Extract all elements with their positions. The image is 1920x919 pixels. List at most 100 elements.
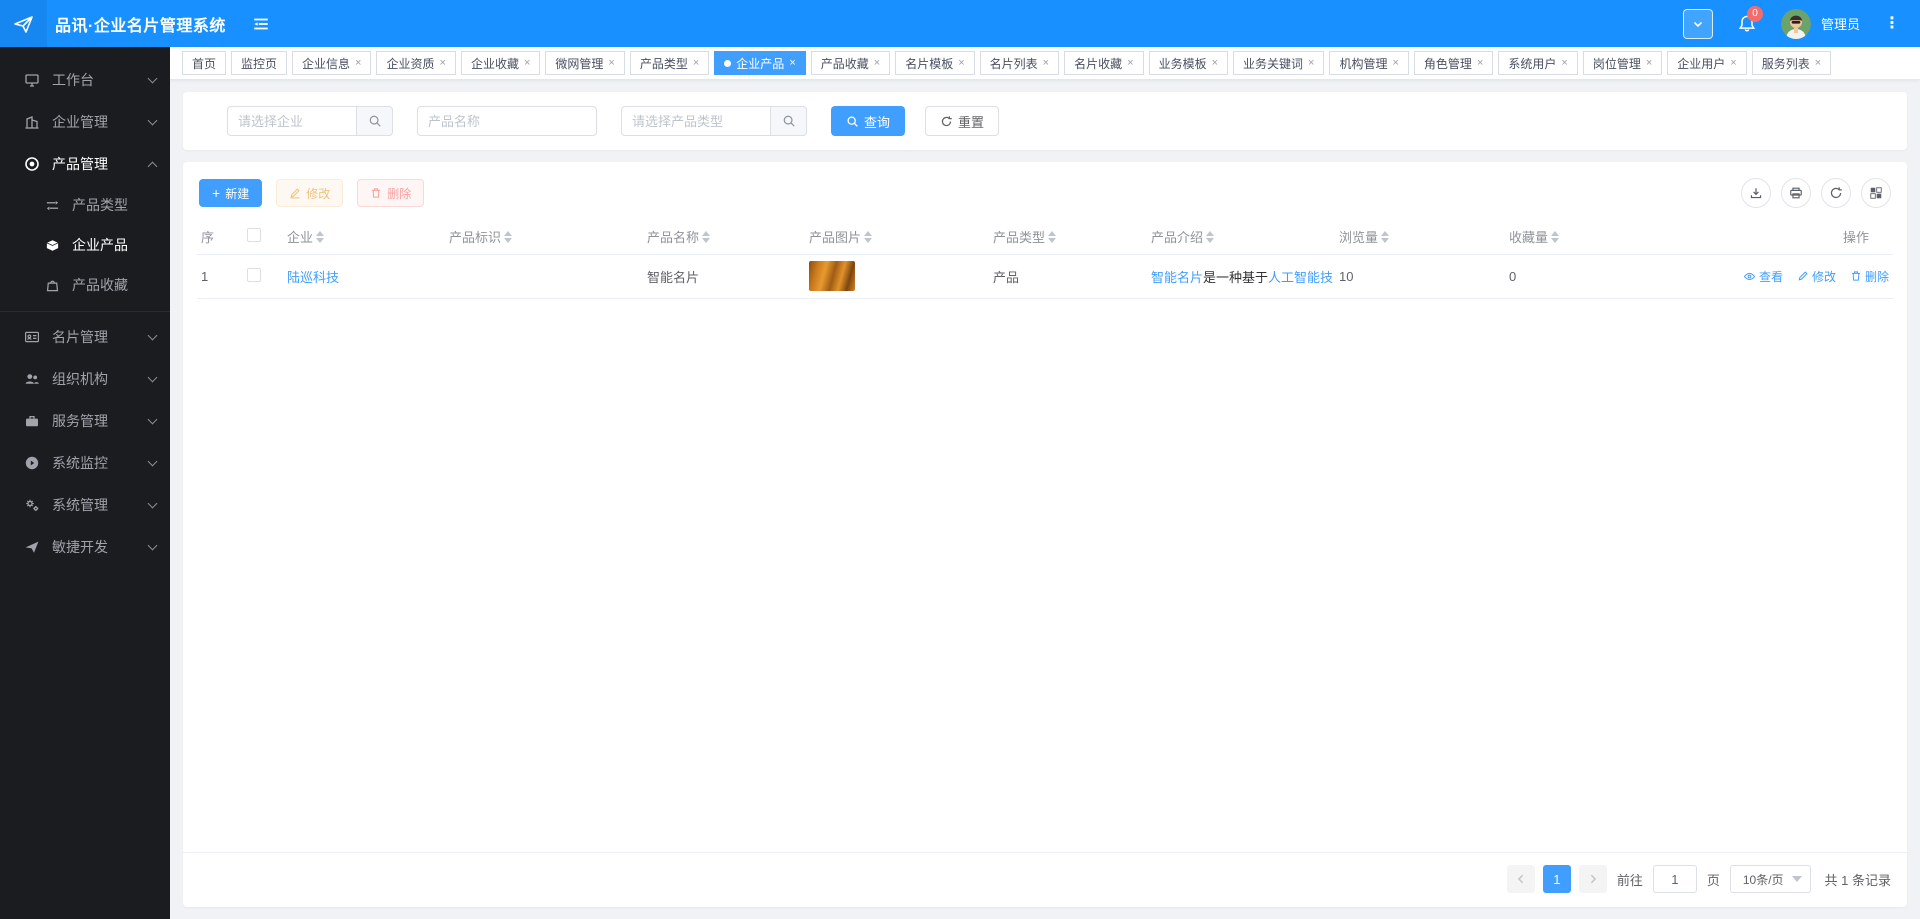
sort-icon[interactable]	[1048, 230, 1057, 243]
notification-bell-button[interactable]: 0	[1737, 5, 1763, 34]
product-type-search-append-button[interactable]	[771, 106, 807, 136]
delete-row-button[interactable]: 删除	[1850, 268, 1889, 285]
tab-card-template[interactable]: 名片模板 ×	[895, 51, 975, 75]
add-button[interactable]: + 新建	[199, 179, 263, 207]
sort-icon[interactable]	[1381, 230, 1390, 243]
chevron-down-icon	[147, 330, 158, 341]
sidebar-item-workbench[interactable]: 工作台	[0, 59, 170, 101]
sidebar-sub-product-type[interactable]: 产品类型	[0, 185, 170, 225]
sidebar-item-sys-mgmt[interactable]: 系统管理	[0, 484, 170, 526]
table-settings-icons	[1741, 178, 1891, 208]
goto-page-input[interactable]	[1652, 865, 1697, 893]
play-circle-icon	[24, 455, 40, 471]
column-settings-button[interactable]	[1861, 178, 1891, 208]
tab-micro-site[interactable]: 微网管理 ×	[545, 51, 625, 75]
company-link[interactable]: 陆巡科技	[287, 270, 339, 285]
close-icon[interactable]: ×	[958, 57, 964, 69]
sidebar-sub-product-fav[interactable]: 产品收藏	[0, 265, 170, 305]
edit-button[interactable]: 修改	[276, 179, 344, 207]
eye-icon	[1743, 270, 1756, 283]
close-icon[interactable]: ×	[1392, 57, 1398, 69]
edit-row-button[interactable]: 修改	[1797, 268, 1836, 285]
sidebar-item-product-mgmt[interactable]: 产品管理	[0, 143, 170, 185]
more-menu-icon[interactable]: ⋮	[1884, 15, 1900, 31]
close-icon[interactable]: ×	[693, 57, 699, 69]
printer-icon	[1789, 186, 1803, 200]
close-icon[interactable]: ×	[1212, 57, 1218, 69]
sidebar-item-service-mgmt[interactable]: 服务管理	[0, 400, 170, 442]
product-name-input[interactable]	[417, 106, 597, 136]
close-icon[interactable]: ×	[1043, 57, 1049, 69]
edit-icon	[289, 187, 301, 199]
close-icon[interactable]: ×	[1815, 57, 1821, 69]
tab-monitor[interactable]: 监控页	[231, 51, 288, 75]
sort-icon[interactable]	[316, 230, 325, 243]
sort-icon[interactable]	[504, 230, 513, 243]
chevron-down-icon	[1791, 876, 1802, 882]
download-button[interactable]	[1741, 178, 1771, 208]
tab-role-mgmt[interactable]: 角色管理 ×	[1413, 51, 1494, 75]
close-icon[interactable]: ×	[1308, 57, 1314, 69]
tab-card-list[interactable]: 名片列表 ×	[979, 51, 1060, 75]
view-button[interactable]: 查看	[1743, 268, 1783, 285]
close-icon[interactable]: ×	[1127, 57, 1133, 69]
sort-icon[interactable]	[1551, 230, 1560, 243]
tab-product-type[interactable]: 产品类型 ×	[629, 51, 710, 75]
tab-service-list[interactable]: 服务列表 ×	[1751, 51, 1832, 75]
search-button[interactable]: 查询	[831, 106, 906, 136]
tab-home[interactable]: 首页	[182, 51, 227, 75]
select-all-checkbox[interactable]	[247, 228, 261, 243]
sidebar-item-enterprise-mgmt[interactable]: 企业管理	[0, 101, 170, 143]
close-icon[interactable]: ×	[608, 57, 614, 69]
close-icon[interactable]: ×	[524, 57, 530, 69]
close-icon[interactable]: ×	[355, 57, 361, 69]
sidebar-sub-enterprise-product[interactable]: 企业产品	[0, 225, 170, 265]
header-dropdown-button[interactable]	[1682, 8, 1713, 39]
close-icon[interactable]: ×	[874, 57, 880, 69]
print-button[interactable]	[1781, 178, 1811, 208]
close-icon[interactable]: ×	[1561, 57, 1567, 69]
tab-card-favorite[interactable]: 名片收藏 ×	[1064, 51, 1144, 75]
close-icon[interactable]: ×	[440, 57, 446, 69]
tab-biz-keyword[interactable]: 业务关键词 ×	[1233, 51, 1325, 75]
page-number-button[interactable]: 1	[1542, 865, 1571, 893]
tab-biz-template[interactable]: 业务模板 ×	[1148, 51, 1229, 75]
close-icon[interactable]: ×	[789, 57, 795, 69]
sort-icon[interactable]	[1206, 230, 1215, 243]
sidebar-item-org[interactable]: 组织机构	[0, 358, 170, 400]
page-size-select[interactable]: 10条/页	[1729, 865, 1811, 893]
tab-enterprise-user[interactable]: 企业用户 ×	[1667, 51, 1747, 75]
tab-company-favorite[interactable]: 企业收藏 ×	[460, 51, 541, 75]
prev-page-button[interactable]	[1506, 865, 1535, 893]
admin-label[interactable]: 管理员	[1821, 14, 1860, 33]
tab-company-info[interactable]: 企业信息 ×	[292, 51, 372, 75]
sidebar-item-sys-monitor[interactable]: 系统监控	[0, 442, 170, 484]
delete-button[interactable]: 删除	[357, 179, 425, 207]
close-icon[interactable]: ×	[1477, 57, 1483, 69]
close-icon[interactable]: ×	[1730, 57, 1736, 69]
tab-company-qualification[interactable]: 企业资质 ×	[376, 51, 456, 75]
page-unit-label: 页	[1706, 872, 1720, 888]
next-page-button[interactable]	[1578, 865, 1607, 893]
sort-icon[interactable]	[864, 230, 873, 243]
tab-enterprise-product[interactable]: 企业产品 ×	[714, 51, 806, 75]
sidebar-item-agile-dev[interactable]: 敏捷开发	[0, 526, 170, 568]
company-search-append-button[interactable]	[357, 106, 393, 136]
company-select-input[interactable]	[227, 106, 357, 136]
sort-icon[interactable]	[702, 230, 711, 243]
sidebar-item-card-mgmt[interactable]: 名片管理	[0, 316, 170, 358]
tab-sys-user[interactable]: 系统用户 ×	[1498, 51, 1578, 75]
chevron-down-icon	[147, 115, 158, 126]
sidebar-collapse-icon[interactable]	[252, 15, 270, 33]
tab-org-mgmt[interactable]: 机构管理 ×	[1329, 51, 1409, 75]
close-icon[interactable]: ×	[1646, 57, 1652, 69]
avatar[interactable]	[1780, 8, 1811, 39]
reset-button[interactable]: 重置	[925, 106, 1000, 136]
tab-product-favorite[interactable]: 产品收藏 ×	[810, 51, 891, 75]
refresh-button[interactable]	[1821, 178, 1851, 208]
product-type-select-input[interactable]	[621, 106, 771, 136]
table-row[interactable]: 1 陆巡科技 智能名片 产品 智能名片是一种基于人工智能技 10 0 查看 修改…	[197, 254, 1893, 299]
product-image-thumbnail[interactable]	[809, 261, 855, 291]
tab-post-mgmt[interactable]: 岗位管理 ×	[1582, 51, 1663, 75]
row-checkbox[interactable]	[247, 267, 261, 282]
